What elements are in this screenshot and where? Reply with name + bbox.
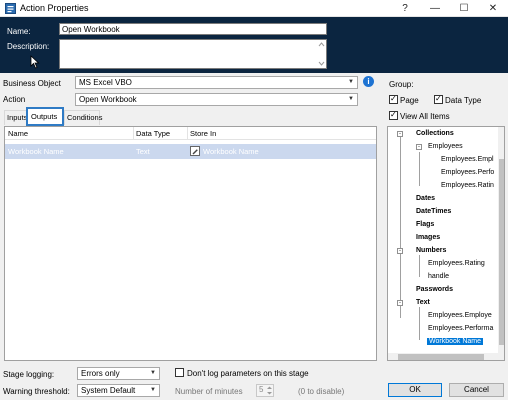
row-data-type: Text bbox=[136, 147, 150, 156]
column-divider[interactable] bbox=[187, 127, 188, 140]
table-row[interactable]: Workbook Name Text Workbook Name bbox=[5, 144, 376, 159]
tree-node-employees-ratin[interactable]: Employees.Ratin bbox=[441, 182, 494, 189]
minutes-label: Number of minutes bbox=[175, 387, 243, 396]
info-icon[interactable]: i bbox=[363, 76, 374, 87]
tree-node-workbook-name[interactable]: Workbook Name bbox=[427, 338, 484, 345]
tree-node-numbers[interactable]: Numbers bbox=[416, 247, 446, 254]
stage-logging-label: Stage logging: bbox=[3, 370, 55, 379]
column-name[interactable]: Name bbox=[8, 129, 28, 138]
action-select[interactable]: Open Workbook ▼ bbox=[75, 93, 358, 106]
chevron-down-icon: ▼ bbox=[348, 96, 354, 102]
outputs-table: Name Data Type Store In Workbook Name Te… bbox=[4, 126, 377, 361]
scrollbar-thumb[interactable] bbox=[499, 159, 504, 345]
tree-node-employees-empl[interactable]: Employees.Empl bbox=[441, 156, 494, 163]
tab-conditions[interactable]: Conditions bbox=[64, 110, 102, 125]
stepper-arrows-icon[interactable] bbox=[266, 385, 273, 396]
disable-hint: (0 to disable) bbox=[298, 387, 345, 396]
minutes-value: 5 bbox=[259, 385, 264, 394]
close-button[interactable]: ✕ bbox=[480, 0, 506, 17]
tree-node-datetimes[interactable]: DateTimes bbox=[416, 208, 451, 215]
stage-logging-select[interactable]: Errors only ▼ bbox=[77, 367, 160, 380]
tree-node-images[interactable]: Images bbox=[416, 234, 440, 241]
tree-node-employees-performa[interactable]: Employees.Performa bbox=[428, 325, 493, 332]
tree-node-flags[interactable]: Flags bbox=[416, 221, 434, 228]
view-all-items-label: View All Items bbox=[400, 112, 450, 121]
minimize-button[interactable]: — bbox=[422, 0, 448, 17]
pencil-icon[interactable] bbox=[190, 146, 200, 156]
dont-log-label: Don't log parameters on this stage bbox=[187, 369, 309, 378]
business-object-label: Business Object bbox=[3, 79, 61, 88]
tree-horizontal-scrollbar[interactable] bbox=[388, 353, 498, 360]
tree-connector bbox=[419, 307, 420, 340]
collapse-icon[interactable]: - bbox=[397, 248, 403, 254]
collapse-icon[interactable]: - bbox=[397, 131, 403, 137]
business-object-value: MS Excel VBO bbox=[79, 78, 132, 87]
column-data-type[interactable]: Data Type bbox=[136, 129, 170, 138]
group-label: Group: bbox=[389, 80, 414, 89]
column-store-in[interactable]: Store In bbox=[190, 129, 216, 138]
tree-node-text[interactable]: Text bbox=[416, 299, 430, 306]
row-store-in[interactable]: Workbook Name bbox=[203, 147, 259, 156]
maximize-button[interactable]: ☐ bbox=[451, 0, 477, 17]
dont-log-checkbox[interactable] bbox=[175, 368, 184, 377]
warning-threshold-label: Warning threshold: bbox=[3, 387, 70, 396]
data-type-checkbox-label: Data Type bbox=[445, 96, 482, 105]
tree-node-dates[interactable]: Dates bbox=[416, 195, 435, 202]
data-type-checkbox[interactable] bbox=[434, 94, 443, 104]
collapse-icon[interactable]: - bbox=[397, 300, 403, 306]
collapse-icon[interactable]: - bbox=[416, 144, 422, 150]
help-button[interactable]: ? bbox=[392, 0, 418, 17]
app-icon bbox=[5, 3, 16, 14]
data-items-tree: - Collections - Employees Employees.Empl… bbox=[387, 126, 505, 361]
ok-button[interactable]: OK bbox=[388, 383, 442, 397]
tree-node-employees-employe[interactable]: Employees.Employe bbox=[428, 312, 492, 319]
tree-node-employees-perfo[interactable]: Employees.Perfo bbox=[441, 169, 494, 176]
column-divider[interactable] bbox=[133, 127, 134, 140]
view-all-items-checkbox[interactable] bbox=[389, 110, 398, 120]
row-name: Workbook Name bbox=[8, 147, 64, 156]
tab-outputs[interactable]: Outputs bbox=[26, 107, 64, 126]
tab-inputs[interactable]: Inputs bbox=[4, 110, 28, 125]
tree-node-passwords[interactable]: Passwords bbox=[416, 286, 453, 293]
chevron-down-icon: ▼ bbox=[150, 387, 156, 393]
tree-connector bbox=[419, 255, 420, 277]
name-field[interactable]: Open Workbook bbox=[59, 23, 327, 35]
tree-node-employees-rating[interactable]: Employees.Rating bbox=[428, 260, 485, 267]
window-title: Action Properties bbox=[20, 3, 89, 13]
title-bar: Action Properties ? — ☐ ✕ bbox=[0, 0, 508, 17]
warning-threshold-value: System Default bbox=[81, 386, 136, 395]
business-object-select[interactable]: MS Excel VBO ▼ bbox=[75, 76, 358, 89]
tree-connector bbox=[419, 152, 420, 186]
description-scroll-arrows-icon bbox=[318, 42, 325, 66]
tree-connector bbox=[400, 132, 401, 318]
chevron-down-icon: ▼ bbox=[150, 370, 156, 376]
tree-node-employees[interactable]: Employees bbox=[428, 143, 463, 150]
tree-node-collections[interactable]: Collections bbox=[416, 130, 454, 137]
action-label: Action bbox=[3, 95, 26, 104]
mouse-cursor-icon bbox=[30, 55, 40, 69]
cancel-button[interactable]: Cancel bbox=[449, 383, 504, 397]
action-value: Open Workbook bbox=[79, 95, 137, 104]
stage-header: Name: Open Workbook Description: bbox=[0, 17, 508, 73]
warning-threshold-select[interactable]: System Default ▼ bbox=[77, 384, 160, 397]
group-options: Group: Page Data Type View All Items bbox=[387, 76, 505, 124]
chevron-down-icon: ▼ bbox=[348, 79, 354, 85]
stage-logging-value: Errors only bbox=[81, 369, 120, 378]
description-field[interactable] bbox=[59, 39, 327, 69]
page-checkbox[interactable] bbox=[389, 94, 398, 104]
page-checkbox-label: Page bbox=[400, 96, 419, 105]
tree-vertical-scrollbar[interactable] bbox=[498, 127, 504, 360]
scrollbar-thumb[interactable] bbox=[398, 354, 484, 360]
description-label: Description: bbox=[7, 42, 50, 51]
tree-node-handle[interactable]: handle bbox=[428, 273, 449, 280]
table-header: Name Data Type Store In bbox=[5, 127, 376, 140]
name-label: Name: bbox=[7, 27, 31, 36]
